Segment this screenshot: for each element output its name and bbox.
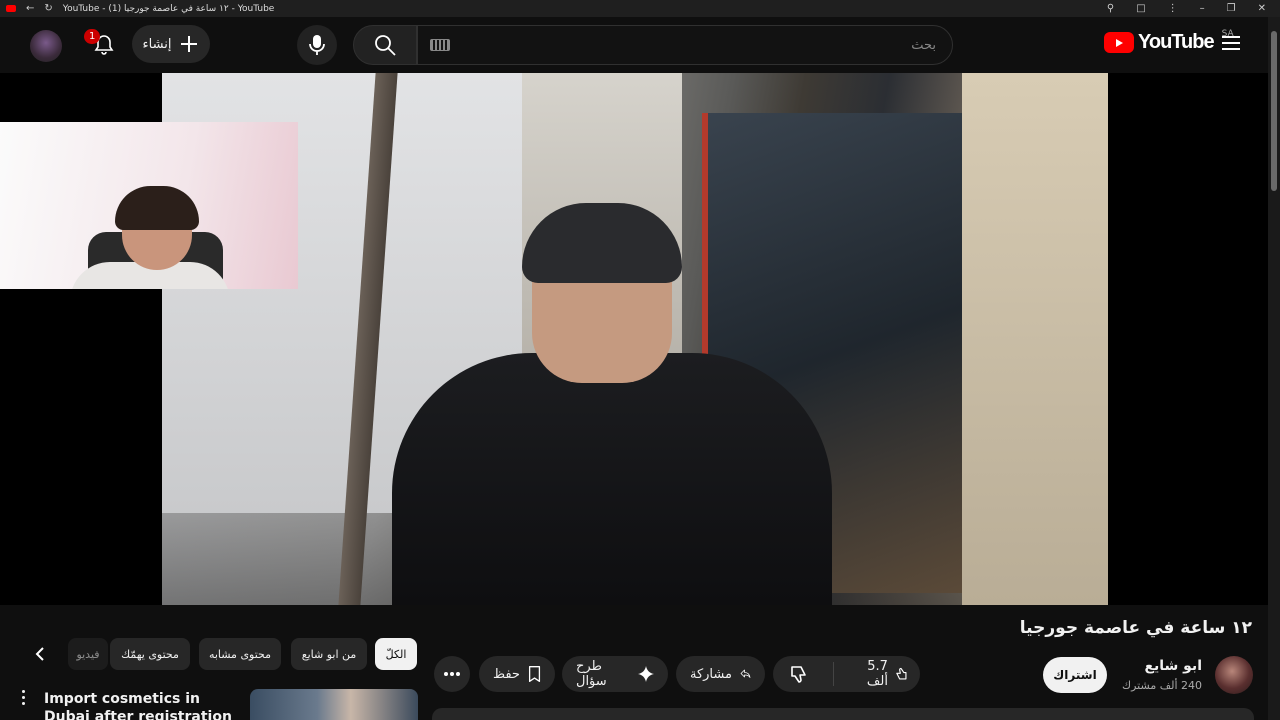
ask-question-button[interactable]: طرح سؤال: [562, 656, 668, 692]
share-button[interactable]: مشاركة: [676, 656, 765, 692]
scene-beanie: [522, 203, 682, 283]
channel-name[interactable]: ابو شايع: [1144, 658, 1202, 674]
description-box[interactable]: [432, 708, 1254, 720]
share-label: مشاركة: [690, 666, 732, 682]
scene-stone-wall: [962, 73, 1108, 605]
keyboard-icon[interactable]: [430, 39, 450, 51]
youtube-play-icon: [1104, 32, 1134, 53]
recommendation-item[interactable]: Import cosmetics in Dubai after registra…: [0, 688, 432, 720]
bookmark-icon: [528, 666, 541, 682]
subscribe-button[interactable]: اشتراك: [1043, 657, 1107, 693]
scrollbar-thumb[interactable]: [1271, 31, 1277, 191]
mic-icon: [309, 35, 325, 55]
scene-jacket: [392, 353, 832, 605]
save-button[interactable]: حفظ: [479, 656, 555, 692]
minimize-button[interactable]: –: [1200, 3, 1205, 14]
logo-text: YouTube: [1138, 31, 1215, 53]
related-chips-bar: فيديو محتوى يهمّك محتوى مشابه من ابو شاي…: [28, 638, 420, 670]
search-placeholder: بحث: [911, 37, 936, 53]
zoom-icon[interactable]: ⚲: [1107, 3, 1114, 14]
channel-avatar[interactable]: [1215, 656, 1253, 694]
plus-icon: [181, 36, 198, 52]
chip-for-you[interactable]: محتوى يهمّك: [110, 638, 190, 670]
account-avatar[interactable]: [30, 30, 62, 62]
video-title: ١٢ ساعة في عاصمة جورجيا: [1019, 618, 1252, 638]
voice-search-button[interactable]: [297, 25, 337, 65]
masthead: 1 إنشاء بحث YouTube SA: [0, 17, 1280, 73]
like-dislike-group: 5.7 ألف: [773, 656, 920, 692]
search-button[interactable]: [353, 25, 417, 65]
youtube-favicon-icon: [6, 5, 16, 12]
chips-scroll-left-button[interactable]: [28, 638, 52, 670]
like-count: 5.7 ألف: [866, 659, 888, 689]
video-frame[interactable]: [162, 73, 1108, 605]
like-divider: [833, 662, 834, 686]
chevron-left-icon: [35, 647, 44, 661]
search-input[interactable]: بحث: [417, 25, 953, 65]
maximize-button[interactable]: ❐: [1227, 3, 1236, 14]
kebab-menu-icon[interactable]: ⋮: [1168, 3, 1178, 14]
chip-from-channel[interactable]: من ابو شايع: [291, 638, 367, 670]
dislike-icon: [791, 666, 806, 683]
subscriber-count: 240 ألف مشترك: [1122, 679, 1202, 692]
scene-presenter: [382, 203, 842, 605]
chip-related[interactable]: محتوى مشابه: [199, 638, 281, 670]
youtube-logo[interactable]: YouTube SA: [1104, 29, 1234, 54]
save-label: حفظ: [493, 666, 520, 682]
like-icon: [896, 667, 907, 680]
recommendation-menu-icon[interactable]: [18, 690, 28, 716]
back-arrow-icon[interactable]: ←: [26, 3, 34, 14]
chip-all[interactable]: الكلّ: [375, 638, 417, 670]
create-label: إنشاء: [142, 36, 172, 52]
recommendation-thumbnail[interactable]: [250, 689, 418, 720]
chip-videos[interactable]: فيديو: [68, 638, 108, 670]
ask-label: طرح سؤال: [576, 659, 607, 689]
share-icon: [740, 669, 751, 678]
dislike-button[interactable]: [773, 656, 825, 692]
recommendation-title[interactable]: Import cosmetics in Dubai after registra…: [44, 690, 244, 720]
hamburger-menu-icon[interactable]: [1222, 31, 1246, 55]
close-window-button[interactable]: ✕: [1258, 3, 1266, 14]
more-icon: [444, 672, 460, 676]
webcam-overlay: [0, 122, 298, 289]
webcam-hair: [115, 186, 199, 230]
reload-icon[interactable]: ↻: [44, 3, 52, 14]
more-actions-button[interactable]: [434, 656, 470, 692]
search-icon: [375, 35, 396, 56]
page-scrollbar[interactable]: [1268, 17, 1280, 720]
like-button[interactable]: 5.7 ألف: [842, 656, 920, 692]
sparkle-icon: [638, 666, 654, 682]
create-button[interactable]: إنشاء: [132, 25, 210, 63]
extension-icon[interactable]: □: [1136, 3, 1145, 14]
tab-title: YouTube - ١٢ ساعة في عاصمة جورجيا (1) - …: [62, 3, 275, 14]
browser-title-bar: ← ↻ YouTube - ١٢ ساعة في عاصمة جورجيا (1…: [0, 0, 1280, 17]
